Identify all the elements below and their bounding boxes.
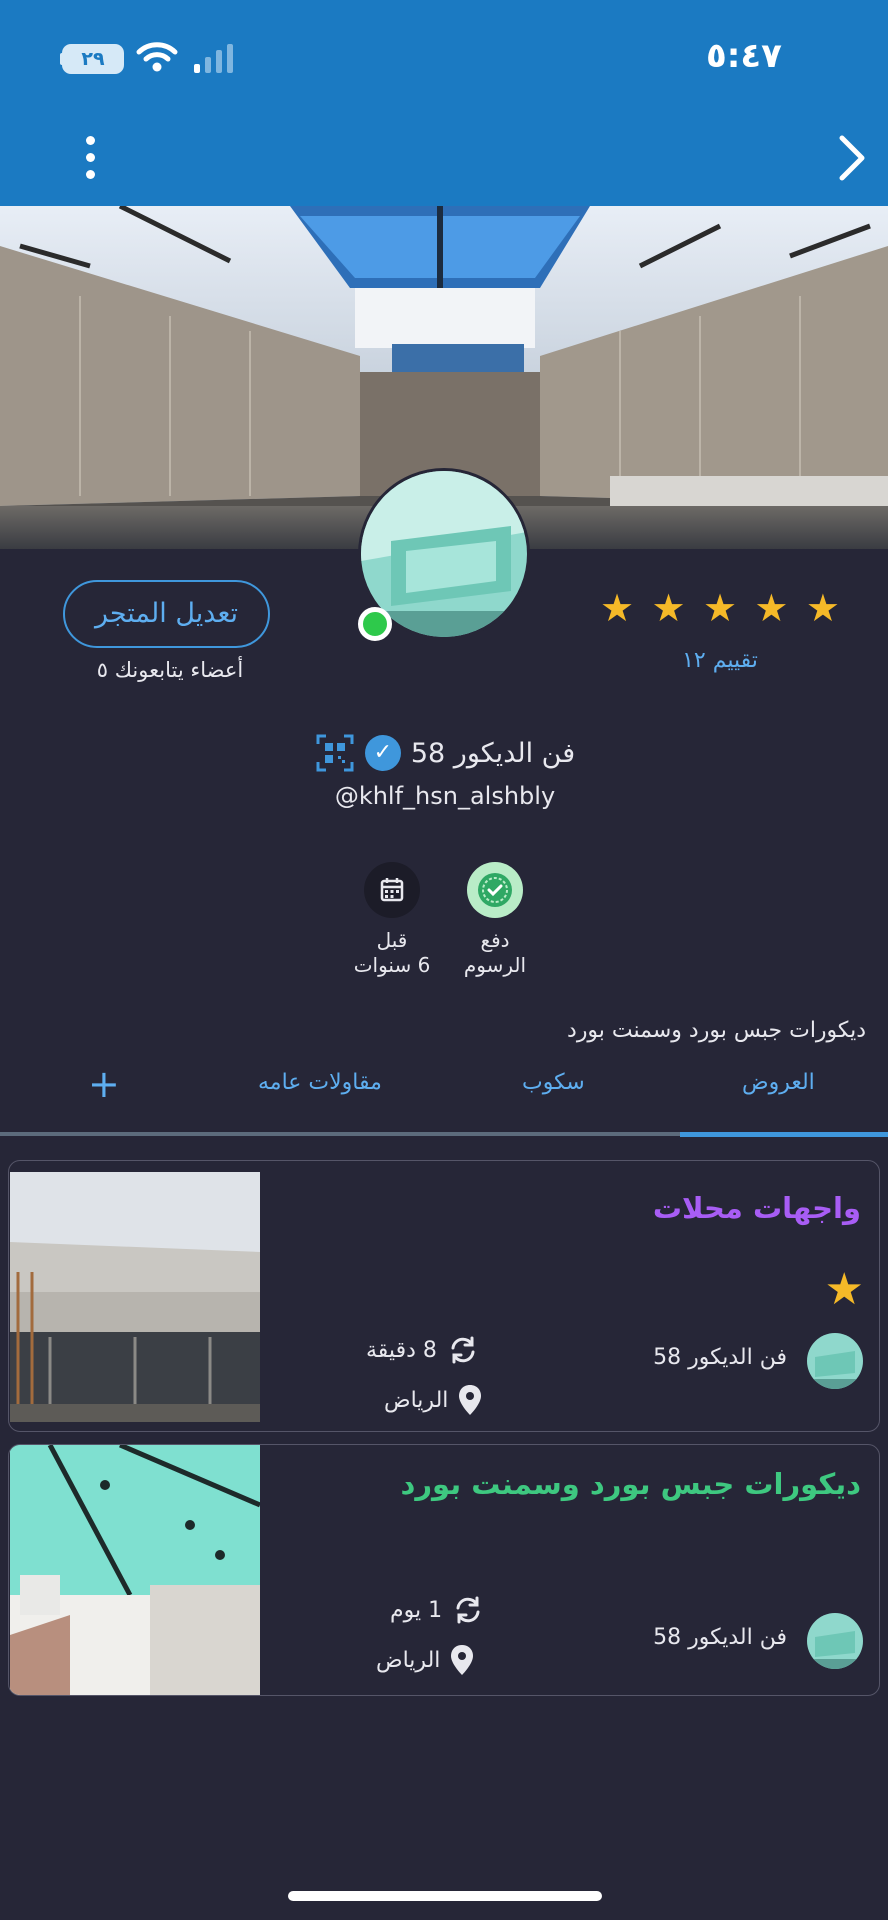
refresh-icon — [451, 1336, 475, 1364]
listing-time-text: 8 دقيقة — [366, 1337, 437, 1363]
tab-general-contracting[interactable]: مقاولات عامه — [258, 1070, 382, 1095]
owner-avatar — [807, 1613, 863, 1669]
star-icon: ★ — [651, 586, 686, 630]
home-indicator[interactable] — [288, 1891, 602, 1901]
store-description: ديكورات جبس بورد وسمنت بورد — [567, 1018, 866, 1043]
store-name: فن الديكور 58 — [410, 737, 576, 769]
back-chevron-icon[interactable] — [836, 134, 868, 182]
listing-time-text: 1 يوم — [390, 1597, 443, 1623]
owner-name: فن الديكور 58 — [653, 1625, 787, 1650]
store-handle: @khlf_hsn_alshbly — [334, 782, 556, 810]
status-time: ٥:٤٧ — [706, 36, 782, 76]
seal-check-icon — [467, 862, 523, 918]
listing-title[interactable]: واجهات محلات — [653, 1191, 861, 1225]
listing-image — [10, 1445, 260, 1695]
star-icon: ★ — [805, 586, 840, 630]
listing-image — [10, 1172, 260, 1422]
badge-fees-paid-label: دفع الرسوم — [463, 928, 527, 977]
star-icon: ★ — [600, 586, 635, 630]
listing-city-text: الرياض — [376, 1647, 441, 1673]
refresh-icon — [456, 1596, 480, 1624]
listing-city-row: الرياض — [376, 1644, 474, 1676]
wifi-icon — [136, 42, 178, 72]
listing-time-row: 8 دقيقة — [366, 1334, 479, 1366]
battery-indicator: ٢٩ — [62, 44, 124, 74]
owner-name: فن الديكور 58 — [653, 1345, 787, 1370]
favorite-star-icon[interactable]: ★ — [825, 1267, 864, 1313]
store-name-row: ✓ فن الديكور 58 — [300, 730, 590, 776]
location-pin-icon — [459, 1385, 482, 1415]
location-pin-icon — [451, 1645, 474, 1675]
listing-city-row: الرياض — [384, 1384, 482, 1416]
followers-count[interactable]: أعضاء يتابعونك ٥ — [70, 658, 270, 682]
badge-member-since-label: قبل 6 سنوات — [353, 928, 431, 977]
tab-scoop[interactable]: سكوب — [522, 1070, 585, 1095]
star-icon: ★ — [702, 586, 738, 630]
more-options-icon[interactable] — [78, 136, 102, 182]
online-status-dot — [358, 607, 392, 641]
cellular-signal-icon — [194, 44, 233, 73]
owner-avatar — [807, 1333, 863, 1389]
listing-city-text: الرياض — [384, 1387, 449, 1413]
rating-count[interactable]: تقييم ١٢ — [640, 648, 800, 673]
qr-code-icon[interactable] — [315, 733, 355, 773]
listing-time-row: 1 يوم — [390, 1594, 484, 1626]
plus-icon[interactable]: + — [88, 1064, 120, 1104]
rating-stars: ★ ★ ★ ★ ★ — [600, 588, 840, 628]
edit-store-button[interactable]: تعديل المتجر — [63, 580, 270, 648]
active-tab-indicator — [680, 1132, 888, 1137]
calendar-icon — [364, 862, 420, 918]
verified-badge-icon: ✓ — [364, 735, 401, 771]
tab-offers[interactable]: العروض — [742, 1070, 815, 1095]
app-header — [0, 0, 888, 206]
star-icon: ★ — [754, 586, 789, 630]
listing-title[interactable]: ديكورات جبس بورد وسمنت بورد — [400, 1467, 861, 1501]
